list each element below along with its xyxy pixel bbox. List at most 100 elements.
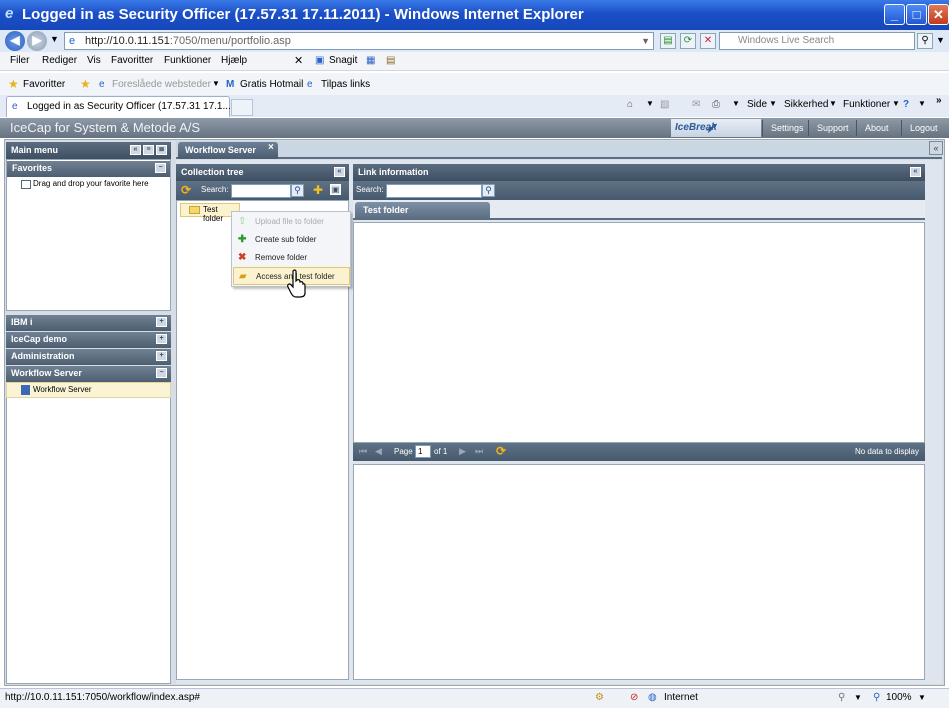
collection-search-icon[interactable]: ⚲ bbox=[291, 184, 304, 197]
suggested-dropdown-icon[interactable]: ▼ bbox=[212, 79, 220, 88]
tools-menu[interactable]: Funktioner bbox=[843, 99, 890, 110]
print-dropdown-icon[interactable]: ▼ bbox=[732, 99, 740, 108]
collection-search-label: Search: bbox=[201, 185, 229, 194]
page-icon: e bbox=[69, 35, 76, 47]
protected-mode-icon[interactable]: ⚲ bbox=[838, 689, 845, 707]
safety-menu[interactable]: Sikkerhed bbox=[784, 99, 828, 110]
minimize-button[interactable]: _ bbox=[884, 4, 905, 25]
mail-icon[interactable]: ✉ bbox=[692, 99, 700, 110]
back-button[interactable]: ◀ bbox=[5, 31, 25, 51]
collection-collapse-icon[interactable]: « bbox=[334, 167, 345, 177]
zoom-level[interactable]: 100% bbox=[886, 689, 912, 707]
workflow-server-item[interactable]: Workflow Server bbox=[6, 382, 171, 398]
logout-link[interactable]: Logout bbox=[901, 120, 946, 136]
collection-add-folder-icon[interactable]: ✚ bbox=[313, 183, 323, 197]
menu-remove-folder[interactable]: ✖ Remove folder bbox=[233, 249, 350, 267]
administration-expand-icon[interactable]: + bbox=[156, 351, 167, 361]
help-dropdown-icon[interactable]: ▼ bbox=[918, 99, 926, 108]
compatibility-icon[interactable]: ▤ bbox=[660, 33, 676, 49]
last-page-icon[interactable]: ⏭ bbox=[475, 446, 483, 457]
workflow-server-icon bbox=[21, 385, 30, 395]
workflow-server-collapse-icon[interactable]: − bbox=[156, 368, 167, 378]
about-link[interactable]: About bbox=[856, 120, 897, 136]
menu-upload-file[interactable]: ⇧ Upload file to folder bbox=[233, 213, 350, 231]
address-field[interactable]: e http://10.0.11.151:7050/menu/portfolio… bbox=[64, 32, 654, 50]
first-page-icon[interactable]: ⏮ bbox=[359, 446, 367, 457]
refresh-icon[interactable]: ⟳ bbox=[680, 33, 696, 49]
safety-menu-dropdown-icon[interactable]: ▼ bbox=[829, 99, 837, 108]
icebreak-swoosh-icon: ➶ bbox=[705, 119, 717, 135]
favorites-collapse-icon[interactable]: − bbox=[155, 163, 166, 173]
window-title: Logged in as Security Officer (17.57.31 … bbox=[22, 6, 584, 23]
home-icon[interactable]: ⌂ bbox=[627, 99, 633, 110]
collapse-all-icon[interactable]: « bbox=[130, 145, 141, 155]
menu-help[interactable]: Hjælp bbox=[221, 55, 247, 66]
hotmail-link[interactable]: Gratis Hotmail bbox=[240, 79, 303, 90]
snagit-button[interactable]: Snagit bbox=[329, 55, 357, 66]
link-info-collapse-icon[interactable]: « bbox=[910, 167, 921, 177]
menu-file[interactable]: Filer bbox=[10, 55, 29, 66]
section-ibm-i[interactable]: IBM i + bbox=[6, 315, 171, 331]
search-icon[interactable]: ⚲ bbox=[917, 33, 933, 49]
zoom-dropdown-icon[interactable]: ▼ bbox=[918, 689, 926, 707]
browser-tab[interactable]: e Logged in as Security Officer (17.57.3… bbox=[6, 96, 231, 117]
support-link[interactable]: Support bbox=[808, 120, 857, 136]
settings-link[interactable]: Settings bbox=[762, 120, 812, 136]
ibm-i-expand-icon[interactable]: + bbox=[156, 317, 167, 327]
menu-create-sub-folder[interactable]: ✚ Create sub folder bbox=[233, 231, 350, 249]
suggested-sites-link[interactable]: Foreslåede websteder bbox=[112, 79, 211, 90]
prev-page-icon[interactable]: ◀ bbox=[375, 446, 382, 457]
feeds-icon[interactable]: ▧ bbox=[660, 99, 669, 110]
ie-logo-icon: e bbox=[5, 5, 14, 22]
section-administration[interactable]: Administration + bbox=[6, 349, 171, 365]
link-search-input[interactable] bbox=[386, 184, 482, 198]
link-search-icon[interactable]: ⚲ bbox=[482, 184, 495, 197]
print-icon[interactable]: ⎙ bbox=[712, 99, 720, 110]
toolbar-overflow-icon[interactable]: » bbox=[936, 95, 942, 106]
favorites-star-icon: ★ bbox=[8, 77, 19, 91]
favorites-header[interactable]: Favorites − bbox=[7, 161, 170, 177]
close-toolbar-icon[interactable]: ✕ bbox=[294, 54, 303, 67]
paging-toolbar: ⏮ ◀ Page 1 of 1 ▶ ⏭ ⟳ No data to display bbox=[353, 443, 925, 461]
history-dropdown-icon[interactable]: ▼ bbox=[50, 34, 59, 44]
snagit-capture-icon[interactable]: ▦ bbox=[366, 55, 375, 66]
search-input[interactable]: Windows Live Search bbox=[719, 32, 915, 50]
workspace-tab-workflow-server[interactable]: Workflow Server × bbox=[178, 142, 278, 159]
link-info-header: Link information « bbox=[353, 164, 925, 181]
collection-refresh-icon[interactable]: ⟳ bbox=[181, 183, 191, 197]
tools-menu-dropdown-icon[interactable]: ▼ bbox=[892, 99, 900, 108]
menu-edit[interactable]: Rediger bbox=[42, 55, 77, 66]
favorites-button[interactable]: Favoritter bbox=[23, 79, 65, 90]
custom-links-link[interactable]: Tilpas links bbox=[321, 79, 370, 90]
page-number-input[interactable]: 1 bbox=[415, 445, 431, 458]
menu-options-icon[interactable]: ≡ bbox=[143, 145, 154, 155]
paging-refresh-icon[interactable]: ⟳ bbox=[496, 444, 506, 458]
menu-tools[interactable]: Funktioner bbox=[164, 55, 211, 66]
page-menu[interactable]: Side bbox=[747, 99, 767, 110]
forward-button[interactable]: ▶ bbox=[27, 31, 47, 51]
address-dropdown-icon[interactable]: ▼ bbox=[641, 33, 650, 49]
collection-save-icon[interactable]: ▣ bbox=[330, 184, 341, 195]
collection-search-input[interactable] bbox=[231, 184, 291, 198]
menu-settings-icon[interactable]: ≣ bbox=[156, 145, 167, 155]
home-dropdown-icon[interactable]: ▼ bbox=[646, 99, 654, 108]
search-options-icon[interactable]: ▼ bbox=[936, 35, 945, 45]
link-tab-test-folder[interactable]: Test folder bbox=[355, 202, 490, 220]
right-collapse-icon[interactable]: « bbox=[929, 141, 943, 155]
page-menu-dropdown-icon[interactable]: ▼ bbox=[769, 99, 777, 108]
protected-mode-dropdown-icon[interactable]: ▼ bbox=[854, 689, 862, 707]
section-icecap-demo[interactable]: IceCap demo + bbox=[6, 332, 171, 348]
section-workflow-server[interactable]: Workflow Server − bbox=[6, 366, 171, 382]
stop-icon[interactable]: ✕ bbox=[700, 33, 716, 49]
help-icon[interactable]: ? bbox=[903, 99, 909, 110]
menu-favorites[interactable]: Favoritter bbox=[111, 55, 153, 66]
add-favorite-icon[interactable]: ★ bbox=[80, 77, 91, 91]
workspace-tab-close-icon[interactable]: × bbox=[268, 140, 274, 156]
icecap-demo-expand-icon[interactable]: + bbox=[156, 334, 167, 344]
menu-view[interactable]: Vis bbox=[87, 55, 101, 66]
new-tab-button[interactable] bbox=[231, 99, 253, 116]
next-page-icon[interactable]: ▶ bbox=[459, 446, 466, 457]
maximize-button[interactable]: □ bbox=[906, 4, 927, 25]
snagit-editor-icon[interactable]: ▤ bbox=[386, 55, 395, 66]
close-button[interactable]: ✕ bbox=[928, 4, 949, 25]
